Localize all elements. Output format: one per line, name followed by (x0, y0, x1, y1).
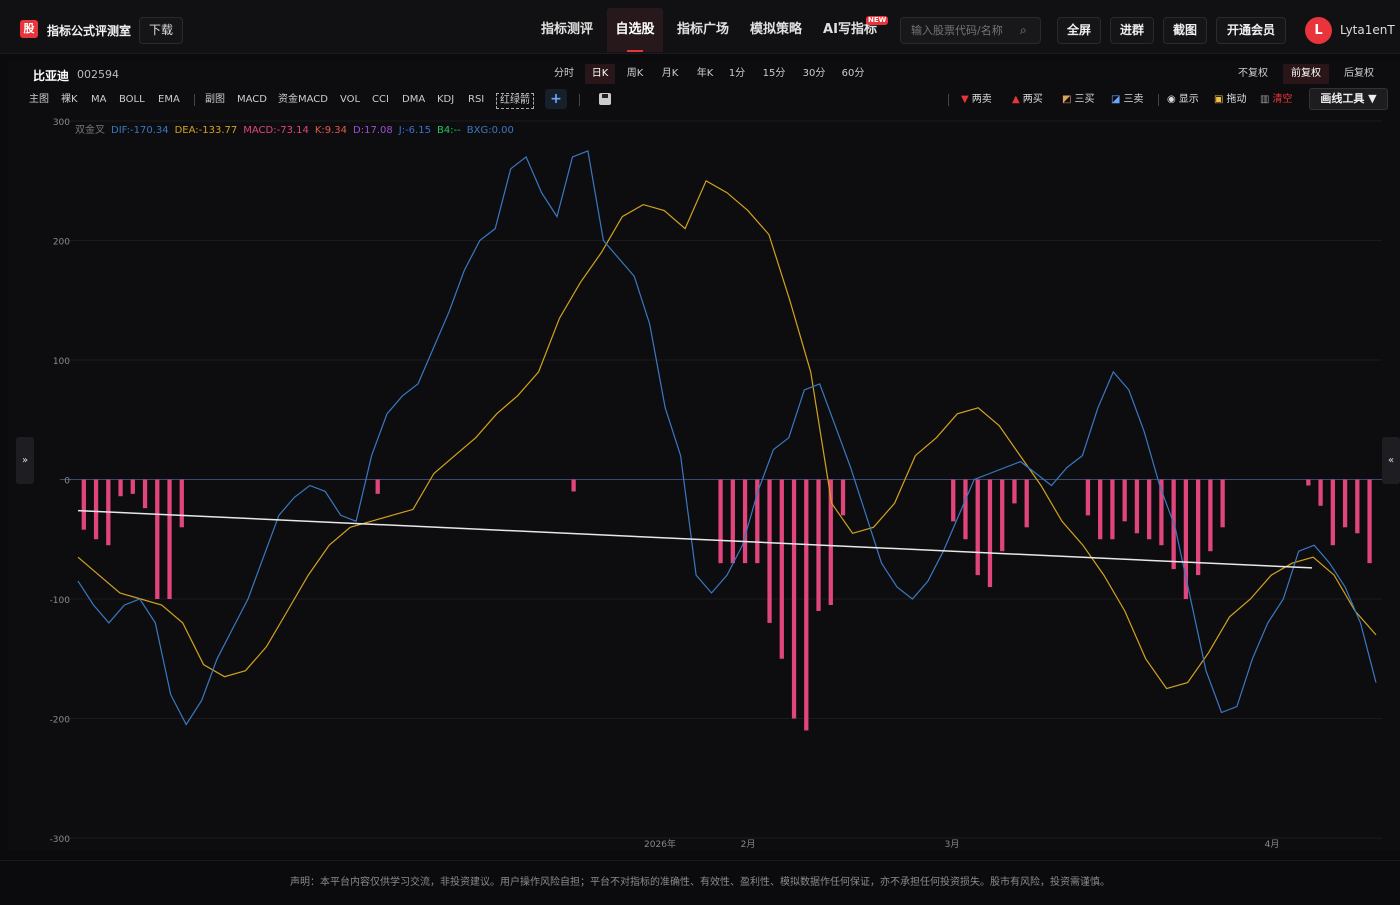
macd-bar (130, 479, 135, 494)
legend-d: D:17.08 (353, 125, 393, 136)
macd-bar (1122, 479, 1127, 522)
x-tick-label: 4月 (1265, 839, 1280, 850)
legend-bxg: BXG:0.00 (466, 125, 514, 136)
macd-bar (571, 479, 576, 492)
macd-bar (963, 479, 968, 540)
macd-bar (1318, 479, 1323, 506)
macd-bar (742, 479, 748, 564)
macd-bar (1342, 479, 1348, 528)
legend-j: J:-6.15 (398, 125, 431, 136)
macd-bar (1355, 479, 1360, 534)
y-tick-label: -300 (50, 835, 71, 845)
x-tick-label: 2月 (741, 839, 756, 850)
macd-bar (730, 479, 735, 564)
macd-bar (1000, 479, 1005, 552)
macd-bar (1330, 479, 1335, 546)
dif-line (77, 150, 1377, 726)
macd-bar (840, 479, 846, 516)
y-tick-label: 0 (64, 477, 70, 487)
macd-bar (167, 479, 172, 599)
macd-bar (1024, 479, 1029, 528)
macd-bar (1208, 479, 1213, 552)
y-tick-label: 100 (53, 357, 70, 367)
macd-bar (1012, 479, 1017, 504)
y-tick-label: 300 (53, 118, 70, 128)
macd-bar (1183, 479, 1189, 599)
legend-k: K:9.34 (314, 125, 348, 136)
macd-bar (987, 479, 993, 588)
macd-bar (93, 479, 99, 540)
macd-bar (1110, 479, 1115, 540)
macd-bar (779, 479, 784, 659)
expand-left-button[interactable]: » (16, 437, 34, 484)
macd-bar (975, 479, 980, 576)
legend-name: 双金叉 (75, 125, 105, 136)
disclaimer: 声明：本平台内容仅供学习交流，非投资建议。用户操作风险自担；平台不对指标的准确性… (0, 860, 1400, 900)
macd-bar (791, 479, 797, 719)
dea-line (77, 179, 1377, 690)
collapse-right-button[interactable]: « (1382, 437, 1400, 484)
macd-bar (718, 479, 723, 564)
macd-bar (142, 479, 148, 509)
macd-bar (1098, 479, 1103, 540)
legend-b4: B4:-- (436, 125, 461, 136)
indicator-legend: 双金叉 DIF:-170.34 DEA:-133.77 MACD:-73.14 K:9.… (75, 125, 520, 137)
macd-bar (375, 479, 380, 494)
macd-bar (118, 479, 123, 497)
macd-bar (1147, 479, 1152, 540)
y-tick-label: -200 (50, 716, 71, 726)
x-tick-label: 2026年 (644, 838, 676, 850)
legend-macd: MACD:-73.14 (243, 125, 309, 136)
legend-dea: DEA:-133.77 (174, 125, 238, 136)
macd-bar (179, 479, 184, 528)
macd-bar (1367, 479, 1372, 564)
macd-bar (1220, 479, 1225, 528)
y-tick-label: 200 (53, 238, 70, 248)
macd-bar (81, 479, 86, 530)
macd-bar (1195, 479, 1201, 576)
macd-bar (1134, 479, 1140, 534)
macd-bar (951, 479, 956, 522)
x-tick-label: 3月 (945, 839, 960, 850)
macd-bar (1085, 479, 1091, 516)
macd-bar (804, 479, 809, 731)
macd-bar (767, 479, 772, 623)
legend-dif: DIF:-170.34 (111, 125, 169, 136)
y-tick-label: -100 (50, 596, 71, 606)
macd-bar (1306, 479, 1311, 486)
macd-bar (155, 479, 160, 599)
